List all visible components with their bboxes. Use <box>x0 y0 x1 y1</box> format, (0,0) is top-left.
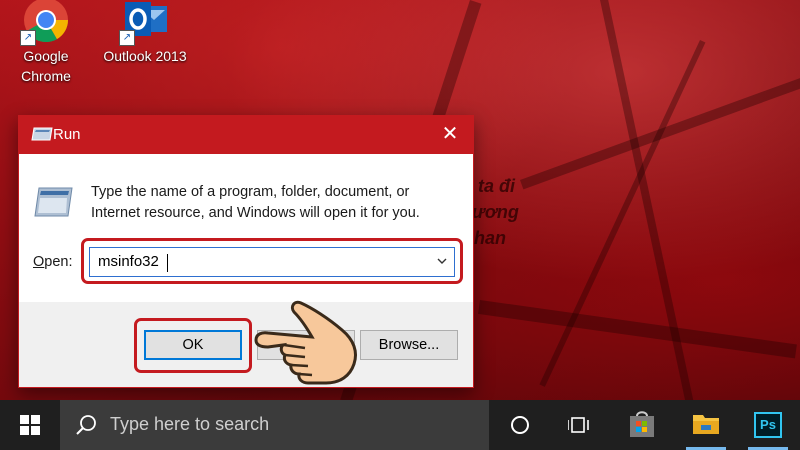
background-text: ta đi <box>478 176 516 196</box>
start-button[interactable] <box>0 400 60 450</box>
desktop-icon-label: Outlook 2013 <box>103 48 187 64</box>
chrome-icon: ↗ <box>20 0 70 46</box>
browse-button[interactable]: Browse... <box>360 330 458 360</box>
shortcut-arrow-icon: ↗ <box>20 30 36 46</box>
search-placeholder: Type here to search <box>110 414 270 434</box>
run-dialog: Run ✕ Type the name of a program, folder… <box>18 115 474 388</box>
dialog-description: Type the name of a program, folder, docu… <box>91 184 420 221</box>
cortana-button[interactable] <box>500 400 540 450</box>
photoshop-icon: Ps <box>754 412 782 438</box>
background-text: han <box>474 228 507 248</box>
open-combobox[interactable]: msinfo32 <box>89 247 455 277</box>
open-label: Open: <box>33 254 73 270</box>
store-icon <box>630 411 654 437</box>
outlook-icon: ↗ <box>119 0 169 46</box>
task-view-icon <box>568 417 589 433</box>
run-program-icon <box>33 186 73 218</box>
text-caret <box>167 254 168 272</box>
file-explorer-icon <box>693 415 719 434</box>
desktop-icon-label: Chrome <box>21 68 71 84</box>
desktop-icon-outlook-2013[interactable]: ↗ Outlook 2013 <box>100 0 190 66</box>
file-explorer-button[interactable] <box>684 400 728 450</box>
windows-start-icon <box>20 415 40 435</box>
pointing-hand-icon <box>250 290 362 386</box>
task-view-button[interactable] <box>558 400 600 450</box>
store-button[interactable] <box>620 400 664 450</box>
search-icon <box>76 414 98 436</box>
background-text: ương <box>472 202 519 222</box>
dialog-content: Type the name of a program, folder, docu… <box>19 154 473 302</box>
dialog-title: Run <box>53 126 81 143</box>
close-button[interactable]: ✕ <box>427 116 473 154</box>
photoshop-icon-label: Ps <box>760 417 776 432</box>
open-input[interactable]: msinfo32 <box>98 253 159 270</box>
run-icon <box>31 127 53 141</box>
photoshop-button[interactable]: Ps <box>746 400 790 450</box>
taskbar-search-box[interactable]: Type here to search <box>60 400 489 450</box>
cortana-icon <box>511 416 529 434</box>
desktop-icon-label: Google <box>23 48 69 64</box>
desktop-icon-google-chrome[interactable]: ↗ Google Chrome <box>6 0 86 86</box>
shortcut-arrow-icon: ↗ <box>119 30 135 46</box>
chevron-down-icon[interactable] <box>436 255 448 267</box>
dialog-titlebar[interactable]: Run ✕ <box>19 116 473 154</box>
ok-button[interactable]: OK <box>144 330 242 360</box>
taskbar: Type here to search Ps <box>0 400 800 450</box>
